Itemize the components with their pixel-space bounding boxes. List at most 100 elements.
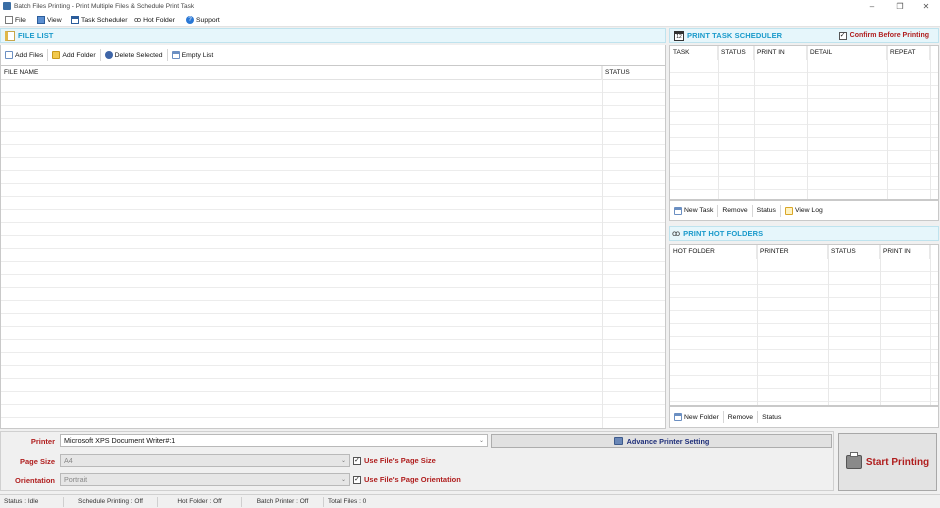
hot-folders-table-header: HOT FOLDER PRINTER STATUS PRINT IN <box>670 245 938 259</box>
calendar-icon <box>71 16 79 24</box>
advance-printer-setting-label: Advance Printer Setting <box>626 436 710 446</box>
file-list-rows <box>1 80 665 428</box>
column-detail[interactable]: DETAIL <box>807 46 887 60</box>
new-folder-label: New Folder <box>684 413 719 421</box>
menu-view-label: View <box>47 16 62 24</box>
file-list-toolbar: Add Files Add Folder Delete Selected Emp… <box>0 45 666 65</box>
page-size-select[interactable]: A4 ⌄ <box>60 454 350 467</box>
column-divider <box>828 245 829 405</box>
file-list-header: FILE LIST <box>0 28 666 43</box>
use-orientation-label: Use File's Page Orientation <box>364 475 461 484</box>
add-folder-button[interactable]: Add Folder <box>48 45 99 65</box>
column-divider <box>757 245 758 405</box>
hot-folders-table[interactable]: HOT FOLDER PRINTER STATUS PRINT IN <box>669 244 939 406</box>
window-title: Batch Files Printing - Print Multiple Fi… <box>14 3 195 10</box>
new-task-button[interactable]: New Task <box>670 201 717 220</box>
file-icon <box>5 16 13 24</box>
use-orientation-checkbox[interactable]: ✓ <box>353 475 361 484</box>
column-print-in[interactable]: PRINT IN <box>754 46 807 60</box>
status-schedule: Schedule Printing : Off <box>64 496 158 507</box>
menu-hot-folder[interactable]: ꝏ Hot Folder <box>134 15 175 25</box>
view-log-label: View Log <box>794 207 823 214</box>
use-file-page-size-toggle[interactable]: ✓ Use File's Page Size <box>353 456 436 465</box>
delete-icon <box>104 51 113 59</box>
view-icon <box>37 16 45 24</box>
column-divider <box>880 245 881 405</box>
column-divider <box>930 46 931 199</box>
view-log-button[interactable]: View Log <box>781 201 827 220</box>
use-page-size-label: Use File's Page Size <box>364 456 436 465</box>
column-divider <box>930 245 931 405</box>
app-icon <box>3 2 11 10</box>
column-status[interactable]: STATUS <box>828 245 880 259</box>
task-status-button[interactable]: Status <box>753 201 780 220</box>
glasses-icon: ꝏ <box>672 229 681 238</box>
new-folder-button[interactable]: New Folder <box>670 407 723 427</box>
menu-bar: File View Task Scheduler ꝏ Hot Folder ? … <box>0 13 940 27</box>
log-icon <box>784 206 793 215</box>
menu-task-scheduler-label: Task Scheduler <box>81 16 128 24</box>
new-folder-icon <box>674 413 682 421</box>
printer-select[interactable]: Microsoft XPS Document Writer#:1 ⌄ <box>60 434 488 447</box>
printer-icon <box>845 452 862 469</box>
delete-selected-button[interactable]: Delete Selected <box>101 45 167 65</box>
status-batch-printer: Batch Printer : Off <box>242 496 324 507</box>
orientation-select[interactable]: Portrait ⌄ <box>60 473 350 486</box>
chevron-down-icon: ⌄ <box>340 458 346 464</box>
advance-printer-setting-button[interactable]: Advance Printer Setting <box>491 434 832 448</box>
maximize-button[interactable]: ❐ <box>890 1 910 12</box>
menu-support-label: Support <box>196 16 220 24</box>
scheduler-table[interactable]: TASK STATUS PRINT IN DETAIL REPEAT <box>669 45 939 200</box>
column-divider <box>887 46 888 199</box>
printer-value: Microsoft XPS Document Writer#:1 <box>64 436 176 445</box>
empty-list-icon <box>171 51 180 59</box>
column-divider <box>602 66 603 428</box>
chevron-down-icon: ⌄ <box>340 477 346 483</box>
add-files-button[interactable]: Add Files <box>1 45 47 65</box>
menu-task-scheduler[interactable]: Task Scheduler <box>71 15 127 25</box>
minimize-button[interactable]: – <box>862 1 882 12</box>
add-files-icon <box>5 51 13 59</box>
start-printing-label: Start Printing <box>865 456 930 468</box>
menu-support[interactable]: ? Support <box>186 15 220 25</box>
title-bar: Batch Files Printing - Print Multiple Fi… <box>0 0 940 13</box>
column-status[interactable]: STATUS <box>718 46 754 60</box>
task-status-label: Status <box>756 207 776 214</box>
chevron-down-icon: ⌄ <box>478 438 484 444</box>
printer-icon <box>613 437 623 445</box>
notepad-icon <box>5 30 15 41</box>
menu-file[interactable]: File <box>5 15 26 25</box>
column-status[interactable]: STATUS <box>602 66 665 80</box>
printer-label: Printer <box>30 437 55 446</box>
scheduler-table-header: TASK STATUS PRINT IN DETAIL REPEAT <box>670 46 938 60</box>
file-list-table[interactable]: FILE NAME STATUS <box>0 65 666 429</box>
hot-folders-header: ꝏ PRINT HOT FOLDERS <box>669 226 939 241</box>
column-repeat[interactable]: REPEAT <box>887 46 930 60</box>
orientation-label: Orientation <box>14 476 55 485</box>
scheduler-title: PRINT TASK SCHEDULER <box>687 31 783 40</box>
remove-task-button[interactable]: Remove <box>718 201 751 220</box>
use-file-orientation-toggle[interactable]: ✓ Use File's Page Orientation <box>353 475 461 484</box>
start-printing-button[interactable]: Start Printing <box>838 433 937 491</box>
scheduler-rows <box>670 60 938 199</box>
close-button[interactable]: ✕ <box>916 1 936 12</box>
confirm-checkbox[interactable]: ✓ <box>838 31 847 40</box>
column-divider <box>754 46 755 199</box>
column-hot-folder[interactable]: HOT FOLDER <box>670 245 757 259</box>
column-file-name[interactable]: FILE NAME <box>1 66 602 80</box>
folder-status-label: Status <box>762 413 782 421</box>
column-print-in[interactable]: PRINT IN <box>880 245 930 259</box>
folder-status-button[interactable]: Status <box>758 407 785 427</box>
confirm-before-printing-toggle[interactable]: ✓ Confirm Before Printing <box>838 31 929 40</box>
empty-list-button[interactable]: Empty List <box>168 45 218 65</box>
hot-folders-toolbar: New Folder Remove Status <box>669 406 939 428</box>
delete-selected-label: Delete Selected <box>114 51 163 59</box>
status-total-files: Total Files : 0 <box>328 497 367 505</box>
column-printer[interactable]: PRINTER <box>757 245 828 259</box>
add-files-label: Add Files <box>15 51 44 59</box>
column-task[interactable]: TASK <box>670 46 718 60</box>
menu-view[interactable]: View <box>37 15 62 25</box>
remove-folder-button[interactable]: Remove <box>724 407 757 427</box>
folder-icon <box>52 51 61 59</box>
use-page-size-checkbox[interactable]: ✓ <box>353 456 361 465</box>
